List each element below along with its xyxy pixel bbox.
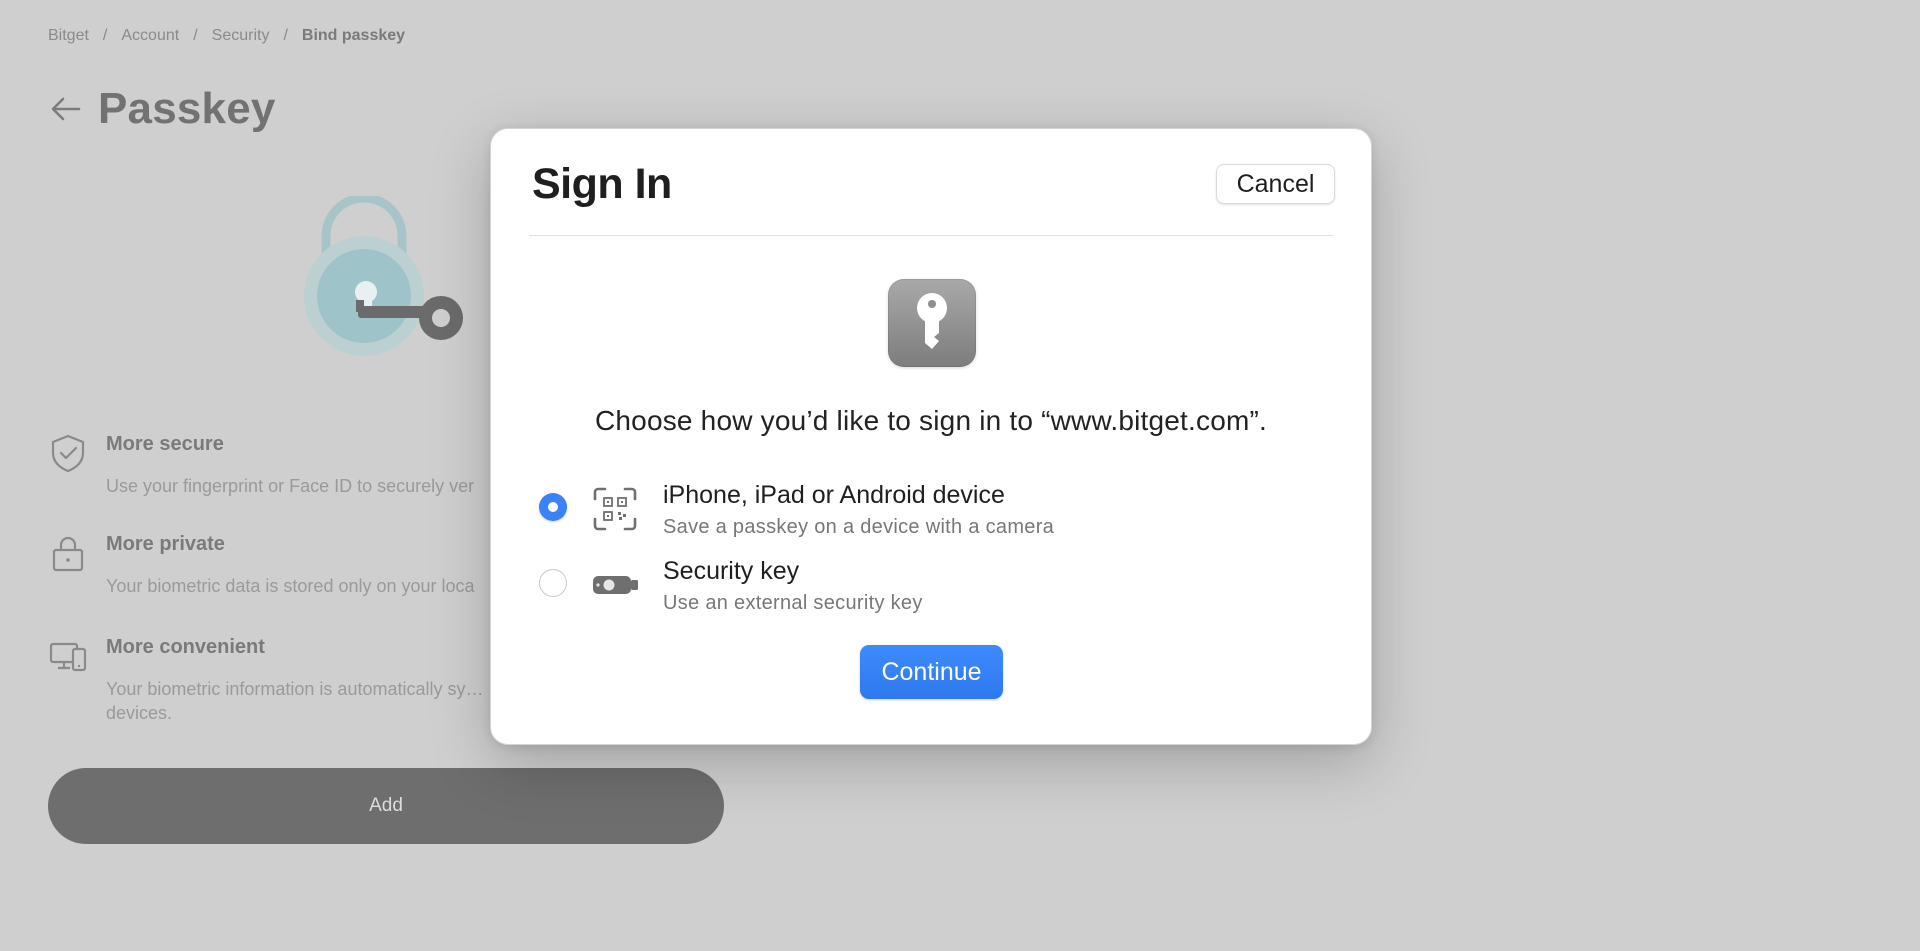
radio-unselected[interactable] — [539, 569, 567, 597]
breadcrumb-item-security[interactable]: Security — [212, 27, 270, 45]
page-header: Passkey — [48, 84, 276, 134]
devices-icon — [49, 642, 87, 672]
add-passkey-button[interactable]: Add — [48, 768, 724, 844]
passwords-key-icon — [888, 279, 976, 367]
feature-title: More secure — [106, 433, 224, 455]
feature-title: More private — [106, 533, 225, 555]
option-text: iPhone, iPad or Android device Save a pa… — [663, 481, 1054, 539]
page-title: Passkey — [98, 84, 276, 133]
qr-code-icon — [593, 487, 637, 531]
breadcrumb-separator: / — [193, 27, 198, 44]
shield-check-icon — [51, 434, 85, 473]
padlock-key-illustration — [304, 196, 463, 356]
option-subtitle: Save a passkey on a device with a camera — [663, 516, 1055, 538]
option-security-key[interactable]: Security key Use an external security ke… — [539, 557, 1331, 617]
cancel-button[interactable]: Cancel — [1216, 164, 1335, 204]
feature-description: Use your fingerprint or Face ID to secur… — [106, 476, 475, 496]
radio-selected[interactable] — [539, 493, 567, 521]
option-title: iPhone, iPad or Android device — [663, 481, 1005, 509]
feature-item-secure: More secure Use your fingerprint or Face… — [48, 433, 508, 498]
breadcrumb-item-bitget[interactable]: Bitget — [48, 27, 89, 45]
feature-list: More secure Use your fingerprint or Face… — [48, 433, 508, 763]
option-title: Security key — [663, 557, 800, 585]
breadcrumb-current: Bind passkey — [301, 27, 406, 44]
breadcrumb-item-account[interactable]: Account — [121, 27, 179, 45]
dialog-title: Sign In — [532, 160, 672, 208]
key-glyph-icon — [917, 293, 947, 349]
back-arrow-icon[interactable] — [48, 91, 84, 127]
option-phone-device[interactable]: iPhone, iPad or Android device Save a pa… — [539, 481, 1331, 541]
feature-title: More convenient — [106, 636, 265, 658]
feature-item-private: More private Your biometric data is stor… — [48, 533, 508, 598]
breadcrumb-separator: / — [283, 27, 288, 44]
feature-item-convenient: More convenient Your biometric informati… — [48, 636, 508, 725]
option-text: Security key Use an external security ke… — [663, 557, 923, 615]
dialog-prompt: Choose how you’d like to sign in to “www… — [594, 405, 1268, 436]
feature-description: Your biometric information is automatica… — [106, 679, 484, 723]
sign-in-dialog: Sign In Cancel Choose how you’d like to … — [490, 128, 1372, 745]
lock-icon — [52, 536, 84, 572]
usb-key-icon — [593, 576, 638, 594]
breadcrumb-separator: / — [102, 27, 108, 44]
dialog-divider — [529, 235, 1333, 236]
feature-description: Your biometric data is stored only on yo… — [106, 576, 475, 596]
option-subtitle: Use an external security key — [663, 592, 923, 614]
continue-button[interactable]: Continue — [860, 645, 1003, 699]
breadcrumb: Bitget / Account / Security / Bind passk… — [48, 27, 405, 45]
